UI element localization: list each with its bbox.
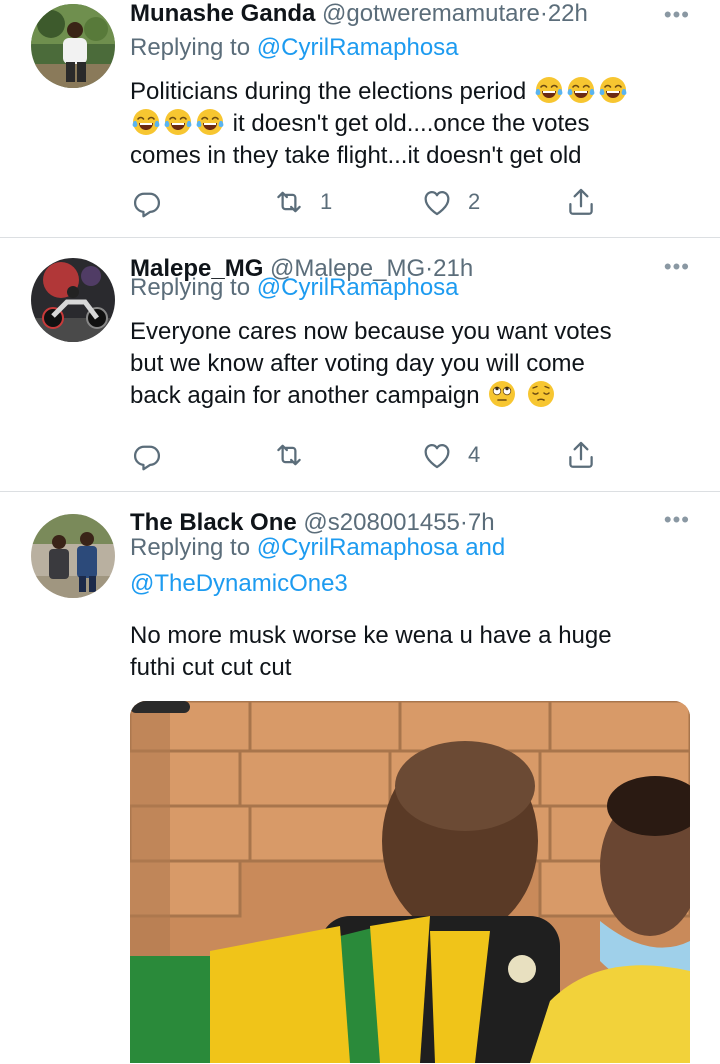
- text-line: futhi cut cut cut: [130, 654, 292, 681]
- avatar[interactable]: [31, 4, 115, 88]
- reply-button[interactable]: [130, 185, 164, 219]
- replying-prefix: Replying to: [130, 534, 251, 561]
- share-icon: [564, 185, 598, 219]
- tears-of-joy-icon: [132, 108, 160, 136]
- like-count: 2: [468, 189, 481, 214]
- retweet-button[interactable]: [272, 438, 306, 472]
- avatar-photo-icon: [31, 258, 115, 342]
- text-line: but we know after voting day you will co…: [130, 350, 585, 377]
- attached-photo[interactable]: [130, 701, 690, 1063]
- mention-link[interactable]: @CyrilRamaphosa: [257, 534, 459, 561]
- retweet-icon: [272, 438, 306, 472]
- more-icon[interactable]: •••: [664, 254, 690, 280]
- tweet-text: No more musk worse ke wena u have a huge…: [130, 620, 690, 684]
- text-line: Everyone cares now because you want vote…: [130, 318, 612, 345]
- like-icon: [420, 438, 454, 472]
- tweet-3[interactable]: The Black One @s208001455·7h ••• Replyin…: [0, 492, 720, 1064]
- more-icon[interactable]: •••: [664, 2, 690, 28]
- reply-icon: [130, 438, 164, 472]
- tears-of-joy-icon: [535, 76, 563, 104]
- share-button[interactable]: [564, 438, 598, 472]
- avatar-photo-icon: [31, 4, 115, 88]
- timestamp[interactable]: 22h: [548, 0, 588, 27]
- replying-prefix: Replying to: [130, 274, 251, 301]
- tweet-text: Politicians during the elections period …: [130, 76, 690, 172]
- share-button[interactable]: [564, 185, 598, 219]
- like-icon: [420, 185, 454, 219]
- eye-roll-icon: [488, 380, 516, 408]
- pensive-icon: [527, 380, 555, 408]
- separator: ·: [539, 0, 548, 27]
- replying-to: Replying to @CyrilRamaphosa: [130, 30, 459, 66]
- photo-image-icon: [130, 701, 690, 1063]
- user-handle[interactable]: @gotweremamutare: [322, 0, 540, 27]
- text-line: No more musk worse ke wena u have a huge: [130, 622, 612, 649]
- tears-of-joy-icon: [196, 108, 224, 136]
- retweet-button[interactable]: 1: [272, 185, 332, 219]
- reply-icon: [130, 185, 164, 219]
- more-icon[interactable]: •••: [664, 507, 690, 533]
- action-bar: 1 2: [130, 185, 600, 221]
- tweet-header: Munashe Ganda @gotweremamutare·22h: [130, 0, 588, 28]
- like-count: 4: [468, 442, 481, 467]
- share-icon: [564, 438, 598, 472]
- text-line: Politicians during the elections period: [130, 78, 527, 105]
- replying-to: Replying to @CyrilRamaphosa: [130, 270, 459, 306]
- text-line: back again for another campaign: [130, 382, 480, 409]
- reply-button[interactable]: [130, 438, 164, 472]
- tweet-1[interactable]: Munashe Ganda @gotweremamutare·22h ••• R…: [0, 0, 720, 238]
- like-button[interactable]: 2: [420, 185, 480, 219]
- retweet-icon: [272, 185, 306, 219]
- like-button[interactable]: 4: [420, 438, 480, 472]
- text-line: comes in they take flight...it doesn't g…: [130, 142, 582, 169]
- mention-link[interactable]: @CyrilRamaphosa: [257, 34, 459, 61]
- tears-of-joy-icon: [567, 76, 595, 104]
- avatar[interactable]: [31, 514, 115, 598]
- tweet-2[interactable]: Malepe_MG @Malepe_MG·21h ••• Replying to…: [0, 238, 720, 492]
- mention-link[interactable]: @CyrilRamaphosa: [257, 274, 459, 301]
- replying-to: Replying to @CyrilRamaphosa and @TheDyna…: [130, 530, 505, 602]
- display-name[interactable]: Munashe Ganda: [130, 0, 315, 27]
- tears-of-joy-icon: [599, 76, 627, 104]
- mention-link[interactable]: @TheDynamicOne3: [130, 570, 348, 597]
- avatar[interactable]: [31, 258, 115, 342]
- retweet-count: 1: [320, 189, 333, 214]
- action-bar: 4: [130, 438, 600, 474]
- tweet-text: Everyone cares now because you want vote…: [130, 316, 690, 412]
- avatar-photo-icon: [31, 514, 115, 598]
- replying-prefix: Replying to: [130, 34, 251, 61]
- text-line: it doesn't get old....once the votes: [232, 110, 590, 137]
- tears-of-joy-icon: [164, 108, 192, 136]
- replying-and: and: [465, 534, 506, 561]
